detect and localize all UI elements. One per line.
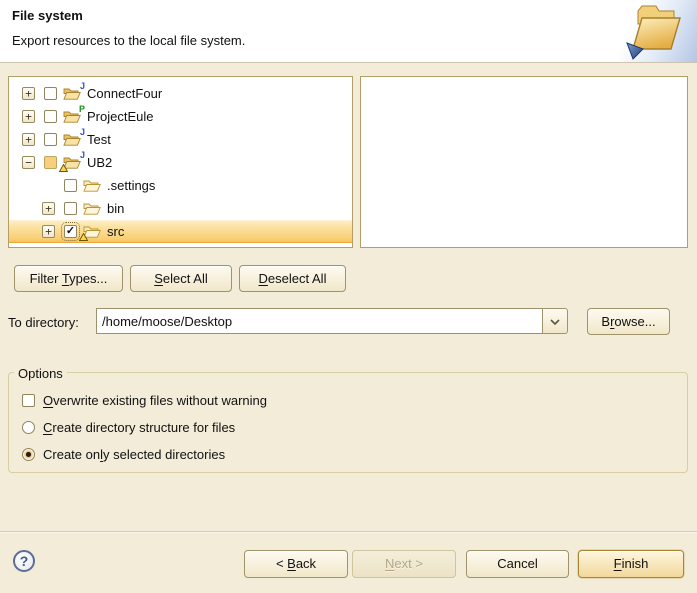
label-part: ack xyxy=(296,556,316,571)
label-part: eselect All xyxy=(268,271,327,286)
page-subtitle: Export resources to the local file syste… xyxy=(12,33,245,48)
tree-checkbox[interactable] xyxy=(44,133,57,146)
create-structure-radio[interactable] xyxy=(22,421,35,434)
folder-icon: J xyxy=(63,155,81,170)
tree-row[interactable]: + ✓ src xyxy=(9,220,352,243)
label-part: O xyxy=(43,393,53,408)
expander-toggle[interactable]: + xyxy=(22,110,35,123)
tree-item-label: .settings xyxy=(106,178,155,193)
tree-row[interactable]: + J ConnectFour xyxy=(9,82,352,105)
deselect-all-button[interactable]: Deselect All xyxy=(239,265,346,292)
to-directory-input[interactable] xyxy=(96,308,543,334)
option-label: Overwrite existing files without warning xyxy=(43,393,267,408)
page-title: File system xyxy=(12,8,83,23)
folder-icon xyxy=(83,178,101,193)
project-decorator: P xyxy=(79,104,85,114)
project-decorator: J xyxy=(80,150,85,160)
resource-tree[interactable]: + J ConnectFour + P ProjectEule + xyxy=(8,76,353,248)
tree-checkbox[interactable] xyxy=(44,87,57,100)
tree-row[interactable]: .settings xyxy=(9,174,352,197)
tree-checkbox[interactable] xyxy=(44,156,57,169)
label-part: S xyxy=(154,271,163,286)
label-part: y selected directories xyxy=(103,447,225,462)
tree-row[interactable]: + bin xyxy=(9,197,352,220)
label-part: Filter xyxy=(30,271,62,286)
label-part: ext > xyxy=(394,556,423,571)
label-part: B xyxy=(287,556,296,571)
expander-toggle[interactable]: + xyxy=(22,87,35,100)
expander-toggle[interactable]: + xyxy=(42,225,55,238)
tree-item-label: bin xyxy=(106,201,124,216)
label-part: owse... xyxy=(614,314,655,329)
folder-icon: J xyxy=(63,132,81,147)
wizard-banner: File system Export resources to the loca… xyxy=(0,0,697,63)
options-group-title: Options xyxy=(14,366,67,381)
option-label: Create directory structure for files xyxy=(43,420,235,435)
label-part: T xyxy=(62,271,69,286)
tree-item-label: ProjectEule xyxy=(86,109,153,124)
back-button[interactable]: < Back xyxy=(244,550,348,578)
warning-icon xyxy=(59,164,68,172)
label-part: inish xyxy=(622,556,649,571)
folder-icon: J xyxy=(63,86,81,101)
export-folder-icon xyxy=(624,2,686,60)
select-all-button[interactable]: Select All xyxy=(130,265,232,292)
folder-icon xyxy=(83,224,101,239)
label-part: B xyxy=(601,314,610,329)
label-part: F xyxy=(614,556,622,571)
tree-item-label: ConnectFour xyxy=(86,86,162,101)
folder-icon xyxy=(83,201,101,216)
label-part: < xyxy=(276,556,287,571)
tree-checkbox[interactable] xyxy=(64,202,77,215)
browse-button[interactable]: Browse... xyxy=(587,308,670,335)
label-part: verwrite existing files without warning xyxy=(53,393,267,408)
create-selected-radio[interactable] xyxy=(22,448,35,461)
next-button: Next > xyxy=(352,550,456,578)
tree-item-label: UB2 xyxy=(86,155,112,170)
option-create-directory-structure[interactable]: Create directory structure for files xyxy=(22,419,235,435)
label-part: N xyxy=(385,556,394,571)
expander-toggle[interactable]: − xyxy=(22,156,35,169)
label-part: C xyxy=(43,420,52,435)
footer-separator xyxy=(0,531,697,532)
project-decorator: J xyxy=(80,81,85,91)
expander-toggle[interactable]: + xyxy=(22,133,35,146)
cancel-button[interactable]: Cancel xyxy=(466,550,569,578)
tree-row[interactable]: − J UB2 xyxy=(9,151,352,174)
label-part: Cancel xyxy=(497,556,537,571)
tree-checkbox[interactable]: ✓ xyxy=(64,225,77,238)
label-part: Create on xyxy=(43,447,100,462)
finish-button[interactable]: Finish xyxy=(578,550,684,578)
to-directory-dropdown-button[interactable] xyxy=(542,308,568,334)
export-file-system-dialog: File system Export resources to the loca… xyxy=(0,0,697,593)
label-part: reate directory structure for files xyxy=(52,420,235,435)
tree-checkbox[interactable] xyxy=(44,110,57,123)
tree-checkbox[interactable] xyxy=(64,179,77,192)
tree-row[interactable]: + J Test xyxy=(9,128,352,151)
help-button[interactable]: ? xyxy=(13,550,35,572)
to-directory-label: To directory: xyxy=(8,315,79,330)
filter-types-button[interactable]: Filter Types... xyxy=(14,265,123,292)
option-overwrite-existing[interactable]: Overwrite existing files without warning xyxy=(22,392,267,408)
label-part: ypes... xyxy=(69,271,107,286)
warning-icon xyxy=(79,233,88,241)
file-list-panel[interactable] xyxy=(360,76,688,248)
expander-toggle[interactable]: + xyxy=(42,202,55,215)
label-part: elect All xyxy=(163,271,208,286)
tree-item-label: Test xyxy=(86,132,111,147)
label-part: D xyxy=(259,271,268,286)
folder-icon: P xyxy=(63,109,81,124)
overwrite-checkbox[interactable] xyxy=(22,394,35,407)
option-label: Create only selected directories xyxy=(43,447,225,462)
option-create-only-selected[interactable]: Create only selected directories xyxy=(22,446,225,462)
project-decorator: J xyxy=(80,127,85,137)
tree-item-label: src xyxy=(106,224,124,239)
chevron-down-icon xyxy=(549,318,561,326)
question-mark-icon: ? xyxy=(20,553,29,569)
tree-row[interactable]: + P ProjectEule xyxy=(9,105,352,128)
